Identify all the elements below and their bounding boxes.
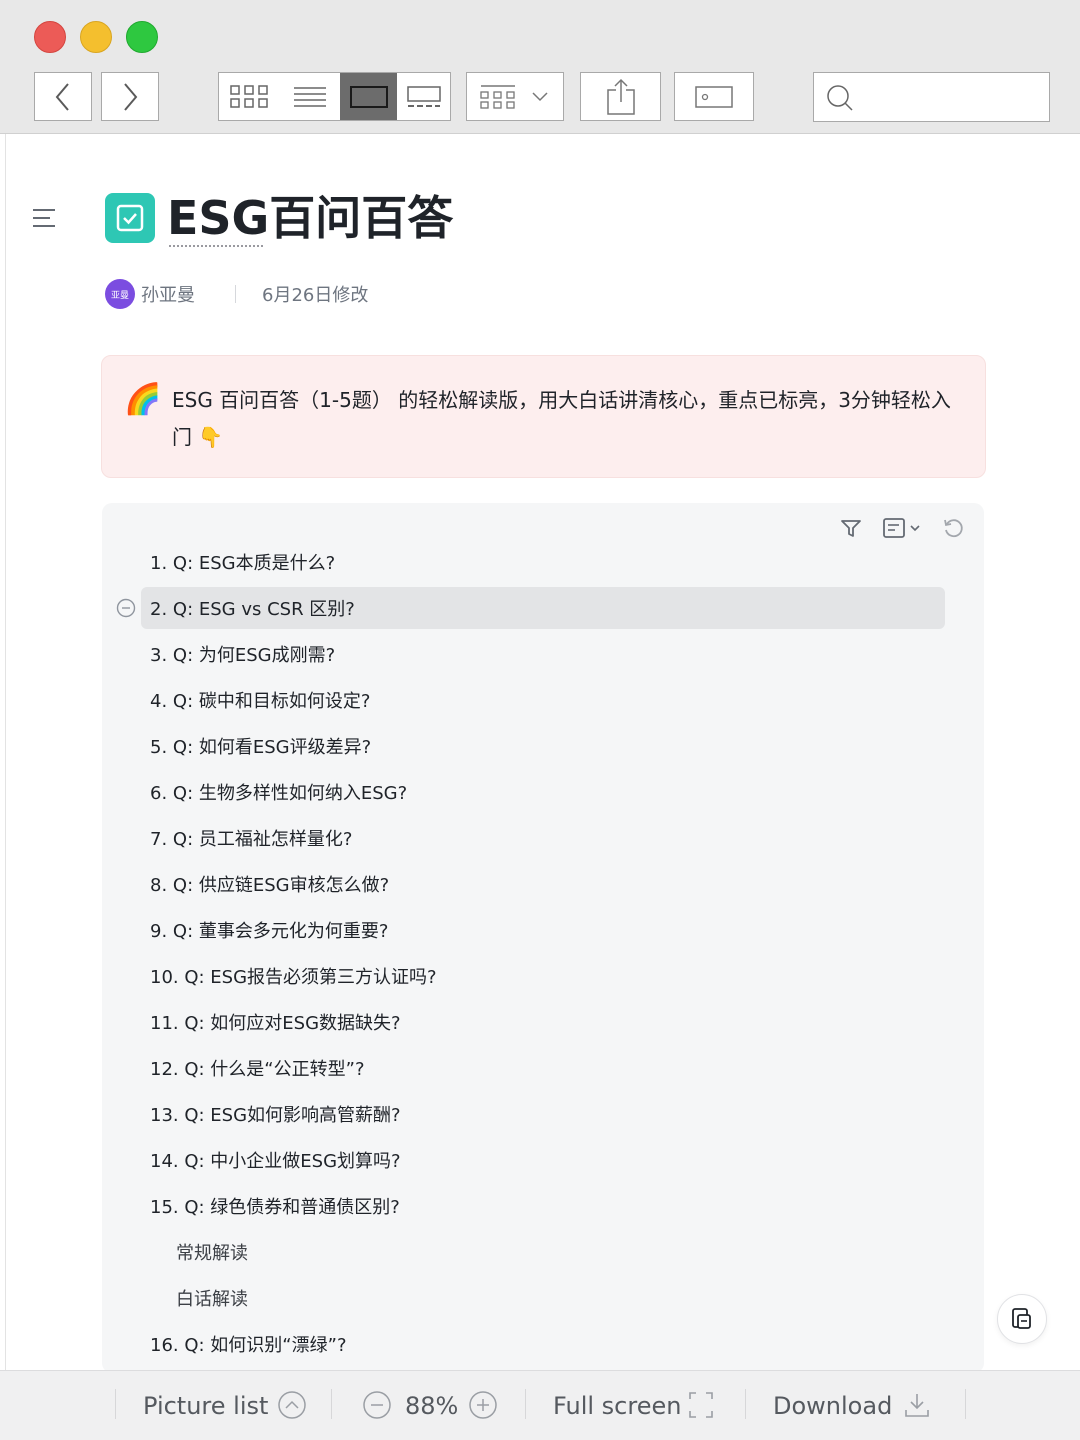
toc-item[interactable]: 10. Q: ESG报告必须第三方认证吗? [102, 953, 984, 999]
single-view-button[interactable] [340, 73, 397, 120]
filter-button[interactable] [840, 517, 862, 539]
toc-item-active[interactable]: 2. Q: ESG vs CSR 区别? [102, 585, 984, 631]
group-by-button[interactable] [466, 72, 564, 121]
callout-block: 🌈 ESG 百问百答（1-5题） 的轻松解读版，用大白话讲清核心，重点已标亮，3… [101, 355, 986, 478]
share-button[interactable] [580, 72, 661, 121]
modified-date: 6月26日修改 [262, 285, 369, 306]
toc-item[interactable]: 3. Q: 为何ESG成刚需? [102, 631, 984, 677]
toc-item[interactable]: 12. Q: 什么是“公正转型”? [102, 1045, 984, 1091]
copy-doc-icon [1012, 1308, 1031, 1329]
filmstrip-view-button[interactable] [397, 73, 450, 120]
icon-view-button[interactable] [219, 73, 280, 120]
toc-subitem[interactable]: 白话解读 [102, 1275, 984, 1321]
document-view: ESG百问百答 亚曼 孙亚曼 6月26日修改 🌈 ESG 百问百答（1-5题） … [5, 134, 1080, 1373]
toc-item[interactable]: 13. Q: ESG如何影响高管薪酬? [102, 1091, 984, 1137]
chevron-up-circle-icon[interactable] [277, 1390, 307, 1420]
menu-icon[interactable] [32, 208, 56, 232]
refresh-icon [944, 519, 963, 538]
doc-meta: 亚曼 孙亚曼 6月26日修改 [105, 278, 368, 310]
bottom-divider [525, 1389, 526, 1419]
toc-item[interactable]: 16. Q: 如何识别“漂绿”? [102, 1321, 984, 1367]
toc-subitem[interactable]: 常规解读 [102, 1229, 984, 1275]
zoom-out-icon[interactable] [362, 1390, 392, 1420]
toc-item[interactable]: 5. Q: 如何看ESG评级差异? [102, 723, 984, 769]
toc-item[interactable]: 11. Q: 如何应对ESG数据缺失? [102, 999, 984, 1045]
download-button[interactable]: Download [773, 1389, 892, 1423]
bottom-divider [965, 1389, 966, 1419]
full-screen-button[interactable]: Full screen [553, 1389, 681, 1423]
pointing-down-icon: 👇 [198, 425, 224, 449]
zoom-window-button[interactable] [126, 21, 158, 53]
author-name[interactable]: 孙亚曼 [141, 281, 195, 307]
toc-item[interactable]: 4. Q: 碳中和目标如何设定? [102, 677, 984, 723]
refresh-button[interactable] [942, 517, 964, 539]
filmstrip-view-icon [406, 85, 441, 107]
toc-style-dropdown[interactable] [882, 517, 922, 539]
chevron-right-icon [124, 82, 138, 111]
rainbow-icon: 🌈 [124, 382, 162, 417]
collapse-icon[interactable] [116, 598, 136, 618]
share-icon [606, 78, 635, 115]
forward-button[interactable] [101, 72, 159, 121]
toc-item[interactable]: 7. Q: 员工福祉怎样量化? [102, 815, 984, 861]
filter-icon [841, 520, 861, 537]
zoom-in-icon[interactable] [468, 1390, 498, 1420]
group-icon [480, 84, 548, 109]
toc-item[interactable]: 8. Q: 供应链ESG审核怎么做? [102, 861, 984, 907]
zoom-level: 88% [405, 1392, 459, 1420]
search-icon [827, 85, 853, 111]
title-link-underline [169, 245, 263, 247]
close-window-button[interactable] [34, 21, 66, 53]
toc-item[interactable]: 14. Q: 中小企业做ESG划算吗? [102, 1137, 984, 1183]
picture-list-button[interactable]: Picture list [143, 1389, 268, 1423]
window-titlebar [0, 0, 1080, 134]
toc-item[interactable]: 9. Q: 董事会多元化为何重要? [102, 907, 984, 953]
toc-toolbar [840, 517, 964, 539]
callout-body: ESG 百问百答（1-5题） 的轻松解读版，用大白话讲清核心，重点已标亮，3分钟… [172, 388, 951, 449]
tag-button[interactable] [674, 72, 754, 121]
chevron-left-icon [55, 82, 69, 111]
tag-icon [695, 85, 733, 108]
bottom-divider [745, 1389, 746, 1419]
viewer-bottom-bar: Picture list 88% Full screen Download [0, 1370, 1080, 1440]
minimize-window-button[interactable] [80, 21, 112, 53]
toc-item[interactable]: 6. Q: 生物多样性如何纳入ESG? [102, 769, 984, 815]
toc-item[interactable]: 1. Q: ESG本质是什么? [102, 539, 984, 585]
page-title: ESG百问百答 [167, 191, 454, 245]
fullscreen-icon[interactable] [688, 1390, 714, 1420]
list-view-button[interactable] [280, 73, 340, 120]
toc-item[interactable]: 15. Q: 绿色债券和普通债区别? [102, 1183, 984, 1229]
view-mode-group [218, 72, 451, 121]
floating-copy-button[interactable] [997, 1294, 1047, 1344]
toc-list: 1. Q: ESG本质是什么? 2. Q: ESG vs CSR 区别? 3. … [102, 539, 984, 1367]
icon-grid-icon [229, 84, 268, 108]
list-style-icon [883, 518, 920, 538]
list-view-icon [294, 86, 326, 107]
bottom-divider [115, 1389, 116, 1419]
search-input[interactable] [813, 72, 1050, 122]
callout-text: ESG 百问百答（1-5题） 的轻松解读版，用大白话讲清核心，重点已标亮，3分钟… [172, 382, 962, 456]
avatar[interactable]: 亚曼 [105, 279, 135, 309]
download-icon[interactable] [904, 1390, 930, 1420]
meta-divider [235, 285, 236, 303]
back-button[interactable] [34, 72, 92, 121]
bottom-divider [331, 1389, 332, 1419]
table-of-contents: 1. Q: ESG本质是什么? 2. Q: ESG vs CSR 区别? 3. … [102, 503, 984, 1373]
doc-checkbox-icon [105, 193, 155, 243]
single-view-icon [349, 85, 388, 108]
